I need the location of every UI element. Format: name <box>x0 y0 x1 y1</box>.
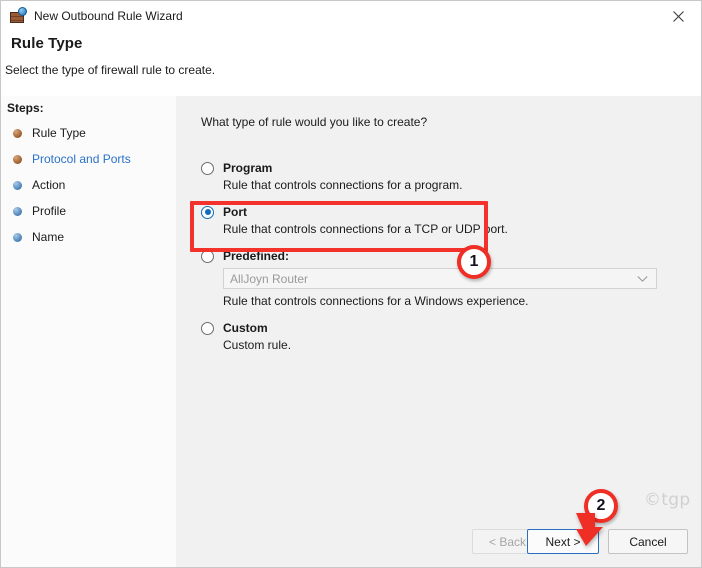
radio-custom[interactable] <box>201 321 214 335</box>
main-content-panel: What type of rule would you like to crea… <box>176 96 701 567</box>
option-label: Port <box>223 205 247 219</box>
step-bullet-icon <box>13 206 22 216</box>
sidebar-item-protocol-and-ports[interactable]: Protocol and Ports <box>1 146 176 172</box>
option-label: Program <box>223 161 273 175</box>
next-button[interactable]: Next > <box>527 529 599 554</box>
sidebar-item-name[interactable]: Name <box>1 224 176 250</box>
page-subtitle: Select the type of firewall rule to crea… <box>5 63 216 77</box>
annotation-badge-1: 1 <box>457 245 491 279</box>
watermark: ©tgp <box>644 490 691 510</box>
sidebar-item-rule-type[interactable]: Rule Type <box>1 120 176 146</box>
predefined-dropdown[interactable]: AllJoyn Router <box>223 268 657 289</box>
sidebar-item-label: Name <box>32 230 65 244</box>
sidebar-item-label: Rule Type <box>32 126 86 140</box>
predefined-dropdown-value: AllJoyn Router <box>230 271 309 286</box>
radio-program[interactable] <box>201 161 214 175</box>
step-bullet-icon <box>13 154 22 164</box>
step-bullet-icon <box>13 180 22 190</box>
firewall-globe-icon <box>9 7 27 25</box>
sidebar-item-action[interactable]: Action <box>1 172 176 198</box>
step-bullet-icon <box>13 232 22 242</box>
option-custom[interactable]: Custom Custom rule. <box>201 321 681 352</box>
window-title: New Outbound Rule Wizard <box>34 9 183 23</box>
option-label: Custom <box>223 321 268 335</box>
annotation-badge-2: 2 <box>584 489 618 523</box>
steps-sidebar: Steps: Rule Type Protocol and Ports Acti… <box>1 96 176 567</box>
steps-list: Rule Type Protocol and Ports Action Prof… <box>1 120 176 250</box>
option-description: Rule that controls connections for a TCP… <box>223 222 508 236</box>
rule-type-question: What type of rule would you like to crea… <box>201 115 428 129</box>
step-bullet-icon <box>13 128 22 138</box>
sidebar-item-profile[interactable]: Profile <box>1 198 176 224</box>
option-port[interactable]: Port Rule that controls connections for … <box>201 205 681 236</box>
page-title: Rule Type <box>11 35 83 52</box>
rule-type-radio-group: Program Rule that controls connections f… <box>201 161 681 361</box>
radio-port[interactable] <box>201 205 214 219</box>
option-description: Rule that controls connections for a Win… <box>223 294 529 308</box>
chevron-down-icon <box>637 275 648 282</box>
radio-predefined[interactable] <box>201 249 214 263</box>
page-header: Rule Type Select the type of firewall ru… <box>1 31 701 96</box>
option-description: Custom rule. <box>223 338 292 352</box>
sidebar-item-label: Protocol and Ports <box>32 152 131 166</box>
steps-heading: Steps: <box>7 101 44 115</box>
title-bar: New Outbound Rule Wizard <box>1 1 701 31</box>
option-label: Predefined: <box>223 249 290 263</box>
new-outbound-rule-wizard-window: New Outbound Rule Wizard Rule Type Selec… <box>0 0 702 568</box>
option-description: Rule that controls connections for a pro… <box>223 178 463 192</box>
sidebar-item-label: Action <box>32 178 66 192</box>
sidebar-item-label: Profile <box>32 204 67 218</box>
close-icon[interactable] <box>655 1 701 31</box>
wizard-button-bar: < Back Next > Cancel <box>176 523 701 567</box>
option-predefined[interactable]: Predefined: AllJoyn Router Rule that con… <box>201 249 681 308</box>
cancel-button[interactable]: Cancel <box>608 529 688 554</box>
option-program[interactable]: Program Rule that controls connections f… <box>201 161 681 192</box>
